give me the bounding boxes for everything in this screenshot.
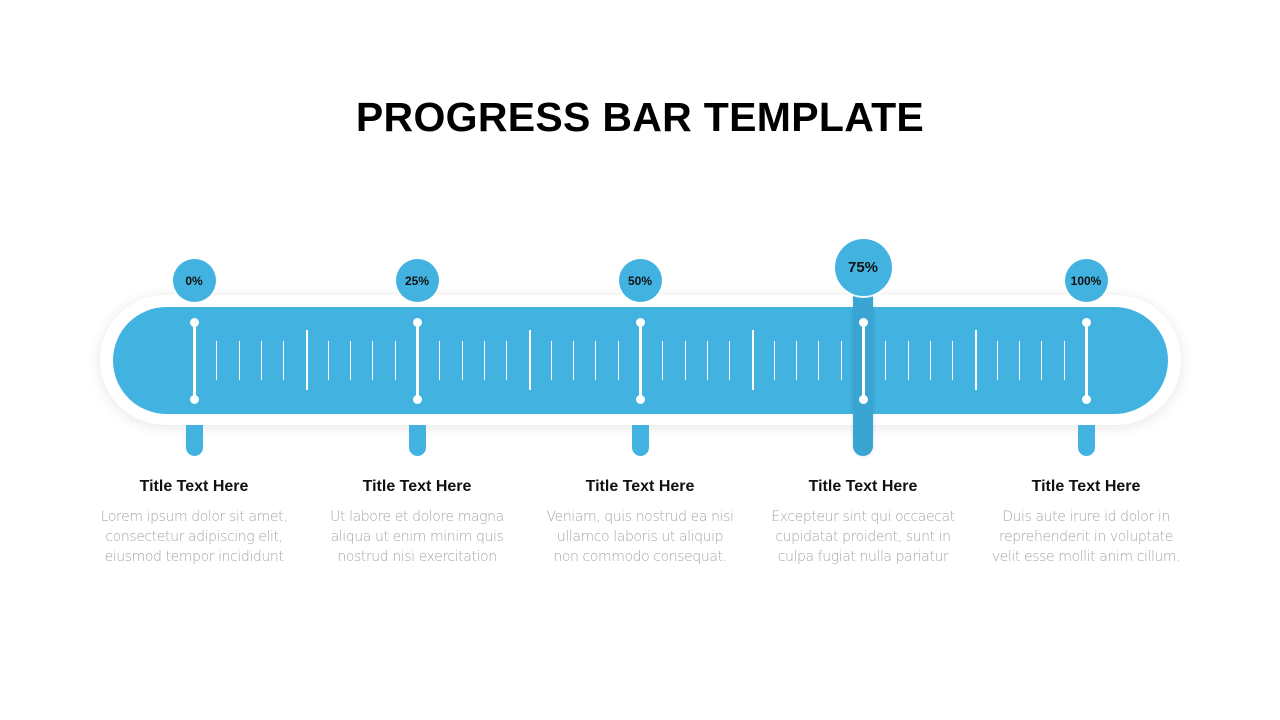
ruler-minor-tick bbox=[573, 341, 574, 380]
ruler-minor-tick bbox=[216, 341, 217, 380]
page-title: PROGRESS BAR TEMPLATE bbox=[355, 94, 925, 140]
milestone-stem bbox=[409, 425, 426, 456]
marker-bottom-dot bbox=[859, 395, 868, 404]
description-line: nostrud nisi exercitation bbox=[337, 549, 497, 565]
ruler-mid-tick bbox=[529, 330, 531, 390]
milestone-title: Title Text Here bbox=[362, 478, 472, 495]
milestone-stem bbox=[186, 425, 203, 456]
ruler-minor-tick bbox=[372, 341, 373, 380]
ruler-minor-tick bbox=[484, 341, 485, 380]
description-line: ullamco laboris ut aliquip bbox=[556, 529, 724, 545]
ruler-minor-tick bbox=[885, 341, 886, 380]
description-line: eiusmod tempor incididunt bbox=[104, 549, 284, 565]
milestone-description: Ut labore et dolore magna aliqua ut enim … bbox=[312, 507, 522, 567]
description-line: non commodo consequat. bbox=[553, 549, 727, 565]
description-line: Veniam, quis nostrud ea nisi bbox=[546, 509, 734, 525]
milestone-marker bbox=[862, 322, 865, 400]
marker-bottom-dot bbox=[636, 395, 645, 404]
description-line: aliqua ut enim minim quis bbox=[330, 529, 504, 545]
marker-bottom-dot bbox=[1082, 395, 1091, 404]
description-line: cupidatat proident, sunt in bbox=[775, 529, 951, 545]
description-line: Excepteur sint qui occaecat bbox=[771, 509, 955, 525]
ruler-minor-tick bbox=[1019, 341, 1020, 380]
milestone-badge[interactable]: 100% bbox=[1064, 259, 1108, 302]
ruler-minor-tick bbox=[283, 341, 284, 380]
milestone-description: Duis aute irure id dolor in reprehenderit… bbox=[981, 507, 1191, 567]
marker-top-dot bbox=[413, 318, 422, 327]
ruler-minor-tick bbox=[796, 341, 797, 380]
milestone-description: Excepteur sint qui occaecat cupidatat pro… bbox=[758, 507, 968, 567]
milestone-marker bbox=[639, 322, 642, 400]
milestone-badge[interactable]: 50% bbox=[618, 259, 662, 302]
ruler-minor-tick bbox=[1064, 341, 1065, 380]
ruler-minor-tick bbox=[261, 341, 262, 380]
milestone-badge[interactable]: 25% bbox=[395, 259, 439, 302]
ruler-minor-tick bbox=[707, 341, 708, 380]
description-line: Duis aute irure id dolor in bbox=[1002, 509, 1170, 525]
description-line: velit esse mollit anim cillum. bbox=[991, 549, 1181, 565]
ruler-minor-tick bbox=[239, 341, 240, 380]
ruler-minor-tick bbox=[618, 341, 619, 380]
milestone-stem bbox=[1078, 425, 1095, 456]
ruler-minor-tick bbox=[1041, 341, 1042, 380]
description-line: reprehenderit in voluptate bbox=[999, 529, 1173, 545]
ruler-minor-tick bbox=[952, 341, 953, 380]
ruler-minor-tick bbox=[595, 341, 596, 380]
description-line: consectetur adipiscing elit, bbox=[105, 529, 283, 545]
milestone-badge[interactable]: 0% bbox=[172, 259, 216, 302]
ruler-minor-tick bbox=[551, 341, 552, 380]
description-line: Lorem ipsum dolor sit amet, bbox=[100, 509, 288, 525]
ruler-mid-tick bbox=[752, 330, 754, 390]
ruler-mid-tick bbox=[975, 330, 977, 390]
milestone-title: Title Text Here bbox=[585, 478, 695, 495]
marker-top-dot bbox=[859, 318, 868, 327]
marker-top-dot bbox=[636, 318, 645, 327]
milestone-badge-active[interactable]: 75% bbox=[834, 239, 892, 296]
ruler-minor-tick bbox=[439, 341, 440, 380]
ruler-minor-tick bbox=[774, 341, 775, 380]
ruler-minor-tick bbox=[462, 341, 463, 380]
ruler-minor-tick bbox=[328, 341, 329, 380]
milestone-title: Title Text Here bbox=[808, 478, 918, 495]
milestone-title: Title Text Here bbox=[139, 478, 249, 495]
ruler-minor-tick bbox=[818, 341, 819, 380]
milestone-marker bbox=[193, 322, 196, 400]
ruler-mid-tick bbox=[306, 330, 308, 390]
ruler-minor-tick bbox=[841, 341, 842, 380]
milestone-marker bbox=[1085, 322, 1088, 400]
milestone-stem bbox=[632, 425, 649, 456]
ruler-minor-tick bbox=[908, 341, 909, 380]
milestone-title: Title Text Here bbox=[1031, 478, 1141, 495]
ruler-minor-tick bbox=[395, 341, 396, 380]
ruler-minor-tick bbox=[729, 341, 730, 380]
description-line: culpa fugiat nulla pariatur bbox=[777, 549, 949, 565]
milestone-description: Veniam, quis nostrud ea nisi ullamco labo… bbox=[535, 507, 745, 567]
ruler-minor-tick bbox=[997, 341, 998, 380]
marker-bottom-dot bbox=[413, 395, 422, 404]
milestone-marker bbox=[416, 322, 419, 400]
ruler-minor-tick bbox=[685, 341, 686, 380]
marker-top-dot bbox=[190, 318, 199, 327]
ruler-minor-tick bbox=[930, 341, 931, 380]
marker-bottom-dot bbox=[190, 395, 199, 404]
marker-top-dot bbox=[1082, 318, 1091, 327]
description-line: Ut labore et dolore magna bbox=[330, 509, 504, 525]
ruler-minor-tick bbox=[662, 341, 663, 380]
ruler-minor-tick bbox=[506, 341, 507, 380]
milestone-description: Lorem ipsum dolor sit amet, consectetur a… bbox=[89, 507, 299, 567]
ruler-minor-tick bbox=[350, 341, 351, 380]
